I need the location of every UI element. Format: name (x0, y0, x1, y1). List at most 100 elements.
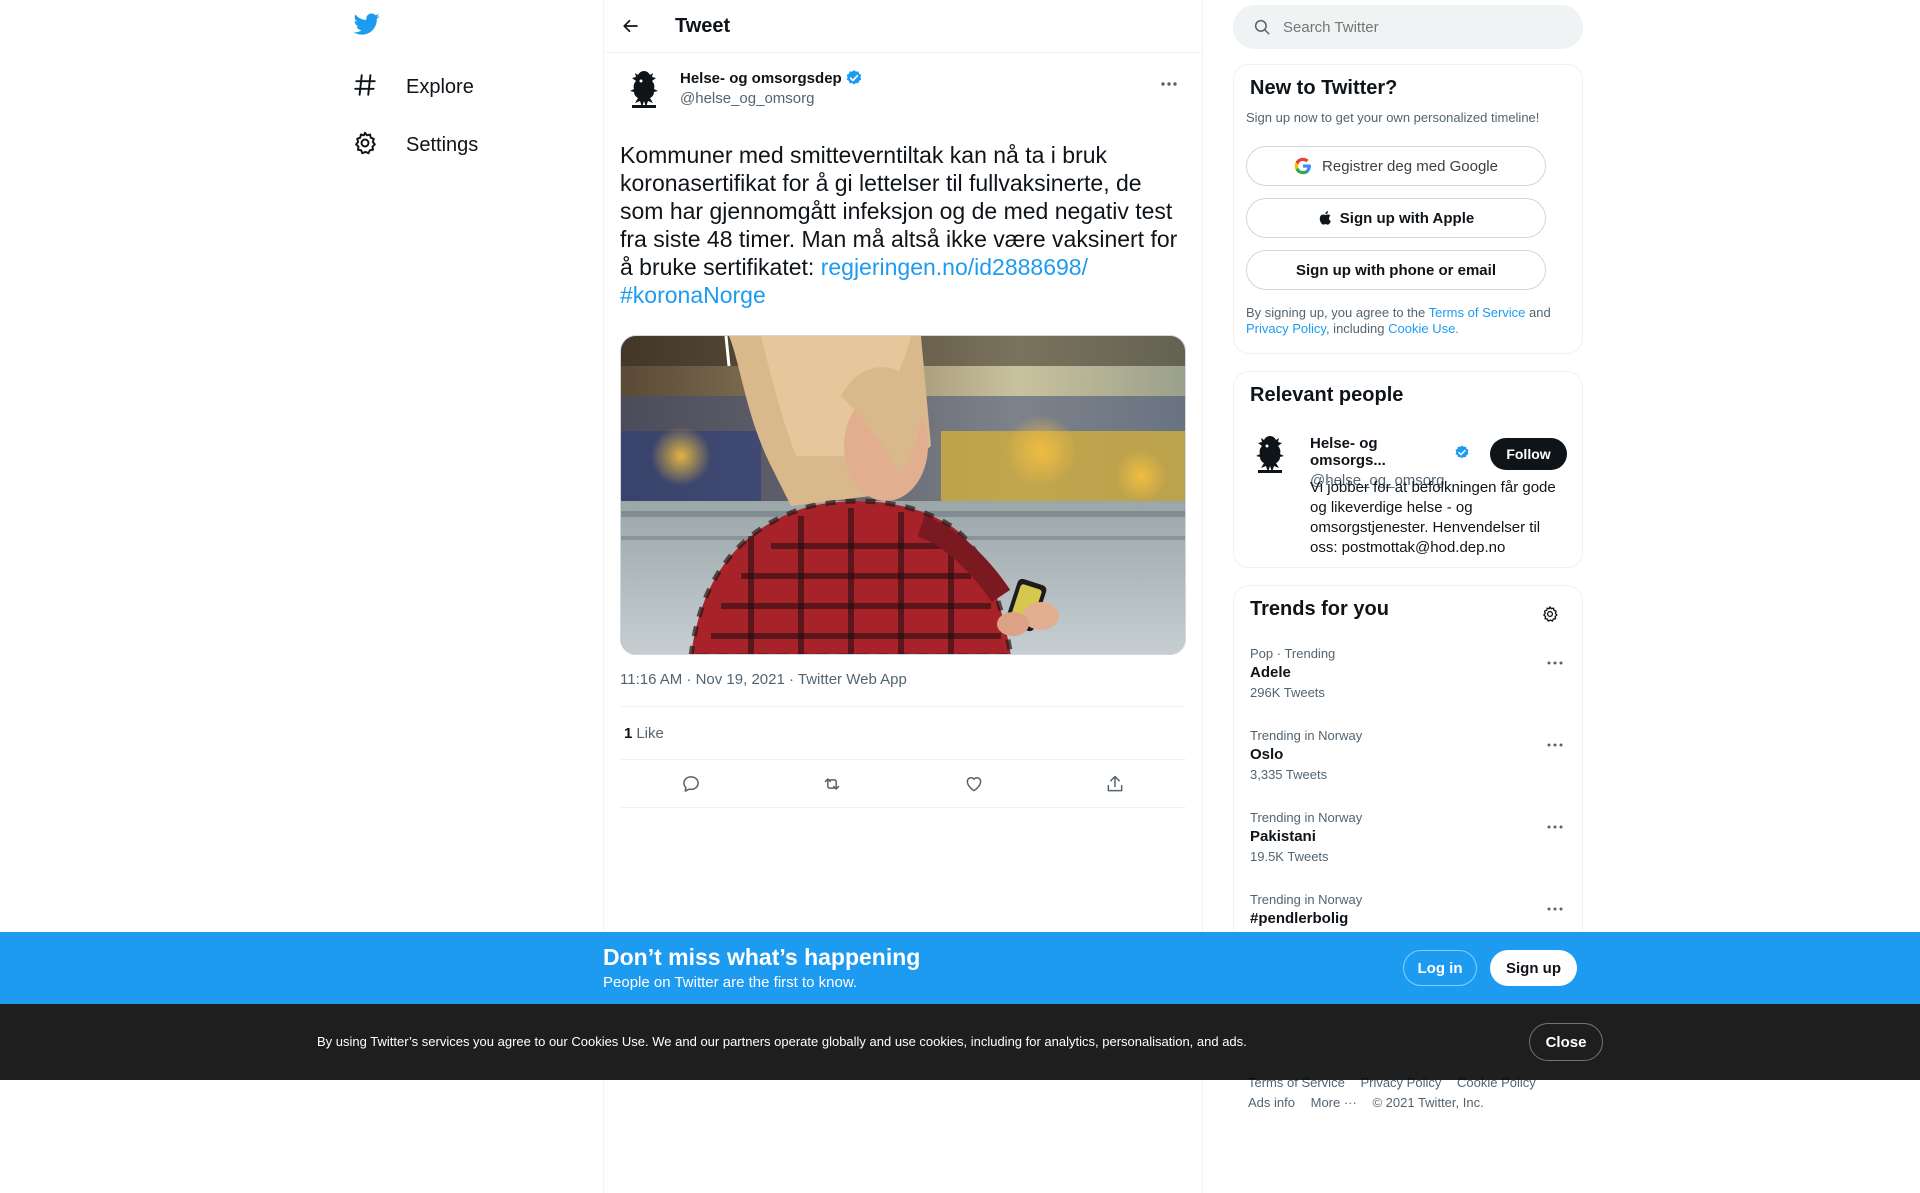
terms-and: and (1525, 305, 1551, 320)
cookie-close-button[interactable]: Close (1529, 1023, 1603, 1061)
verified-badge-icon (1455, 444, 1469, 458)
like-label: Like (636, 724, 664, 742)
search-icon (1254, 19, 1270, 35)
relevant-people-title: Relevant people (1250, 384, 1404, 406)
search-box[interactable] (1233, 5, 1583, 49)
relevant-bio: Vi jobber for at befolkningen får gode o… (1310, 479, 1556, 556)
signup-terms: By signing up, you agree to the Terms of… (1246, 305, 1566, 337)
terms-prefix: By signing up, you agree to the (1246, 305, 1429, 320)
back-button[interactable] (613, 8, 649, 44)
trend-context: Trending in Norway (1250, 810, 1363, 825)
gear-icon (1543, 606, 1558, 622)
trend-more-button[interactable] (1538, 646, 1572, 680)
google-icon (1294, 157, 1311, 175)
trend-context: Trending in Norway (1250, 892, 1363, 907)
avatar[interactable] (620, 65, 668, 113)
likes-row[interactable]: 1 Like (620, 707, 1186, 760)
apple-signup-label: Sign up with Apple (1339, 209, 1475, 227)
trend-count: 19.5K Tweets (1250, 849, 1329, 864)
gear-icon (352, 130, 382, 160)
login-button[interactable]: Log in (1403, 950, 1477, 986)
trend-item[interactable]: Pop · Trending Adele 296K Tweets (1234, 646, 1582, 728)
nav-settings[interactable]: Settings (352, 120, 478, 170)
heart-icon (966, 776, 982, 791)
cookie-banner: By using Twitter’s services you agree to… (0, 1004, 1920, 1080)
more-dots-icon (1547, 907, 1563, 911)
google-signup-label: Registrer deg med Google (1322, 157, 1498, 175)
trend-more-button[interactable] (1538, 892, 1572, 926)
tweet: Helse- og omsorgsdep @helse_og_omsorg Ko… (604, 53, 1202, 808)
trend-context: Trending in Norway (1250, 728, 1363, 743)
nav-settings-label: Settings (406, 133, 479, 156)
signup-banner: Don’t miss what’s happening People on Tw… (0, 932, 1920, 1004)
trends-settings-button[interactable] (1534, 598, 1566, 630)
retweet-button[interactable] (814, 766, 850, 802)
author-name-row[interactable]: Helse- og omsorgsdep (680, 69, 863, 87)
tweet-timestamp[interactable]: 11:16 AM · Nov 19, 2021 · Twitter Web Ap… (620, 671, 1186, 707)
trend-item[interactable]: Trending in Norway Pakistani 19.5K Tweet… (1234, 810, 1582, 892)
author-name[interactable]: Helse- og omsorgsdep (680, 70, 842, 87)
terms-including: , including (1325, 321, 1389, 336)
new-to-twitter-card: New to Twitter? Sign up now to get your … (1233, 64, 1583, 354)
cookie-banner-text: By using Twitter’s services you agree to… (317, 1034, 1247, 1049)
retweet-icon (824, 777, 840, 790)
like-button[interactable] (956, 766, 992, 802)
footer-copyright: © 2021 Twitter, Inc. (1372, 1095, 1484, 1110)
tweet-link[interactable]: regjeringen.no/id2888698/ (821, 254, 1088, 280)
woman-with-phone-photo (621, 336, 1185, 654)
reply-button[interactable] (673, 766, 709, 802)
signup-button[interactable]: Sign up (1490, 950, 1577, 986)
tweet-actions (620, 760, 1186, 808)
tweet-hashtag[interactable]: #koronaNorge (620, 282, 766, 308)
cookie-use-link[interactable]: Cookie Use. (1388, 321, 1459, 336)
trend-count: 296K Tweets (1250, 685, 1325, 700)
follow-button[interactable]: Follow (1490, 438, 1567, 470)
new-to-twitter-subtitle: Sign up now to get your own personalized… (1246, 110, 1540, 125)
hashtag-icon (352, 72, 382, 102)
more-dots-icon (1547, 661, 1563, 665)
more-dots-icon (1547, 825, 1563, 829)
trend-name: Pakistani (1250, 828, 1316, 845)
more-dots-icon (1161, 82, 1177, 86)
share-icon (1107, 775, 1123, 791)
apple-icon (1319, 211, 1331, 225)
verified-badge-icon (846, 70, 861, 85)
tweet-text: Kommuner med smitteverntiltak kan nå ta … (620, 141, 1190, 309)
search-input[interactable] (1283, 18, 1543, 36)
signup-banner-title: Don’t miss what’s happening (603, 944, 921, 970)
terms-of-service-link[interactable]: Terms of Service (1429, 305, 1526, 320)
more-options-button[interactable] (1152, 67, 1186, 101)
share-button[interactable] (1097, 766, 1133, 802)
trend-name: #pendlerbolig (1250, 910, 1349, 927)
trend-name: Adele (1250, 664, 1291, 681)
avatar[interactable] (1250, 432, 1298, 480)
google-signup-button[interactable]: Registrer deg med Google (1246, 146, 1546, 186)
trend-more-button[interactable] (1538, 728, 1572, 762)
nav-explore-label: Explore (406, 75, 474, 98)
trend-more-button[interactable] (1538, 810, 1572, 844)
relevant-name-row[interactable]: Helse- og omsorgs... (1310, 435, 1470, 469)
phone-email-signup-button[interactable]: Sign up with phone or email (1246, 250, 1546, 290)
trends-title: Trends for you (1250, 598, 1389, 620)
footer-more-link[interactable]: More ··· (1311, 1095, 1357, 1110)
footer-ads-info-link[interactable]: Ads info (1248, 1095, 1295, 1110)
norway-lion-crest-icon (630, 71, 658, 108)
tweet-photo[interactable] (620, 335, 1186, 655)
main-header: Tweet (604, 0, 1202, 53)
author-handle[interactable]: @helse_og_omsorg (680, 90, 863, 107)
signup-banner-subtitle: People on Twitter are the first to know. (603, 974, 858, 991)
apple-signup-button[interactable]: Sign up with Apple (1246, 198, 1546, 238)
new-to-twitter-title: New to Twitter? (1250, 77, 1398, 99)
trend-context: Pop · Trending (1250, 646, 1336, 661)
trend-item[interactable]: Trending in Norway Oslo 3,335 Tweets (1234, 728, 1582, 810)
reply-icon (682, 775, 699, 792)
phone-email-signup-label: Sign up with phone or email (1295, 261, 1496, 279)
tweet-author: Helse- og omsorgsdep @helse_og_omsorg (620, 65, 1186, 121)
relevant-name[interactable]: Helse- og omsorgs... (1310, 435, 1449, 469)
nav-explore[interactable]: Explore (352, 62, 474, 112)
page-title: Tweet (675, 14, 731, 37)
privacy-policy-link[interactable]: Privacy Policy (1246, 321, 1326, 336)
twitter-logo-icon[interactable] (352, 11, 388, 45)
trend-count: 3,335 Tweets (1250, 767, 1328, 782)
more-dots-icon (1547, 743, 1563, 747)
